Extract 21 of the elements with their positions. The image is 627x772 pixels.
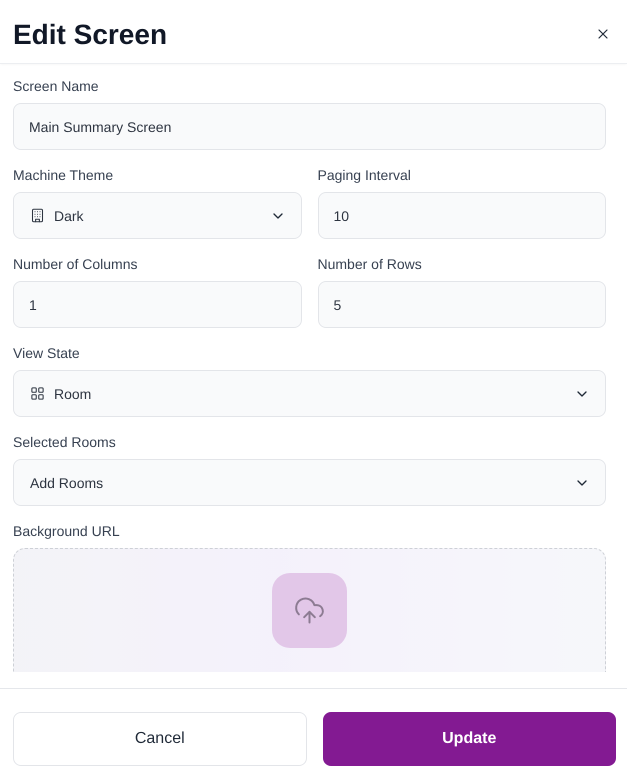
- text-input[interactable]: 5: [318, 281, 606, 328]
- field-label: Screen Name: [13, 78, 100, 94]
- field-label: Number of Rows: [318, 256, 423, 272]
- field-label: Selected Rooms: [13, 434, 117, 450]
- dialog-title: Edit Screen: [13, 18, 168, 52]
- text-input[interactable]: Main Summary Screen: [13, 103, 606, 150]
- field-label: Paging Interval: [318, 167, 412, 183]
- grid-icon: [30, 386, 45, 401]
- field-label: Number of Columns: [13, 256, 138, 272]
- building-icon: [30, 208, 45, 223]
- text-input[interactable]: 10: [318, 192, 606, 239]
- cancel-button[interactable]: Cancel: [13, 712, 306, 766]
- dropdown-select[interactable]: Room: [13, 370, 606, 417]
- dropdown-select[interactable]: Dark: [13, 192, 302, 239]
- text-input[interactable]: 1: [13, 281, 302, 328]
- cloud-upload-icon[interactable]: [272, 573, 347, 648]
- dropdown-select[interactable]: Add Rooms: [13, 459, 606, 506]
- update-button[interactable]: Update: [322, 712, 616, 766]
- field-label: View State: [13, 345, 81, 361]
- field-label: Machine Theme: [13, 167, 114, 183]
- field-label: Background URL: [13, 523, 121, 539]
